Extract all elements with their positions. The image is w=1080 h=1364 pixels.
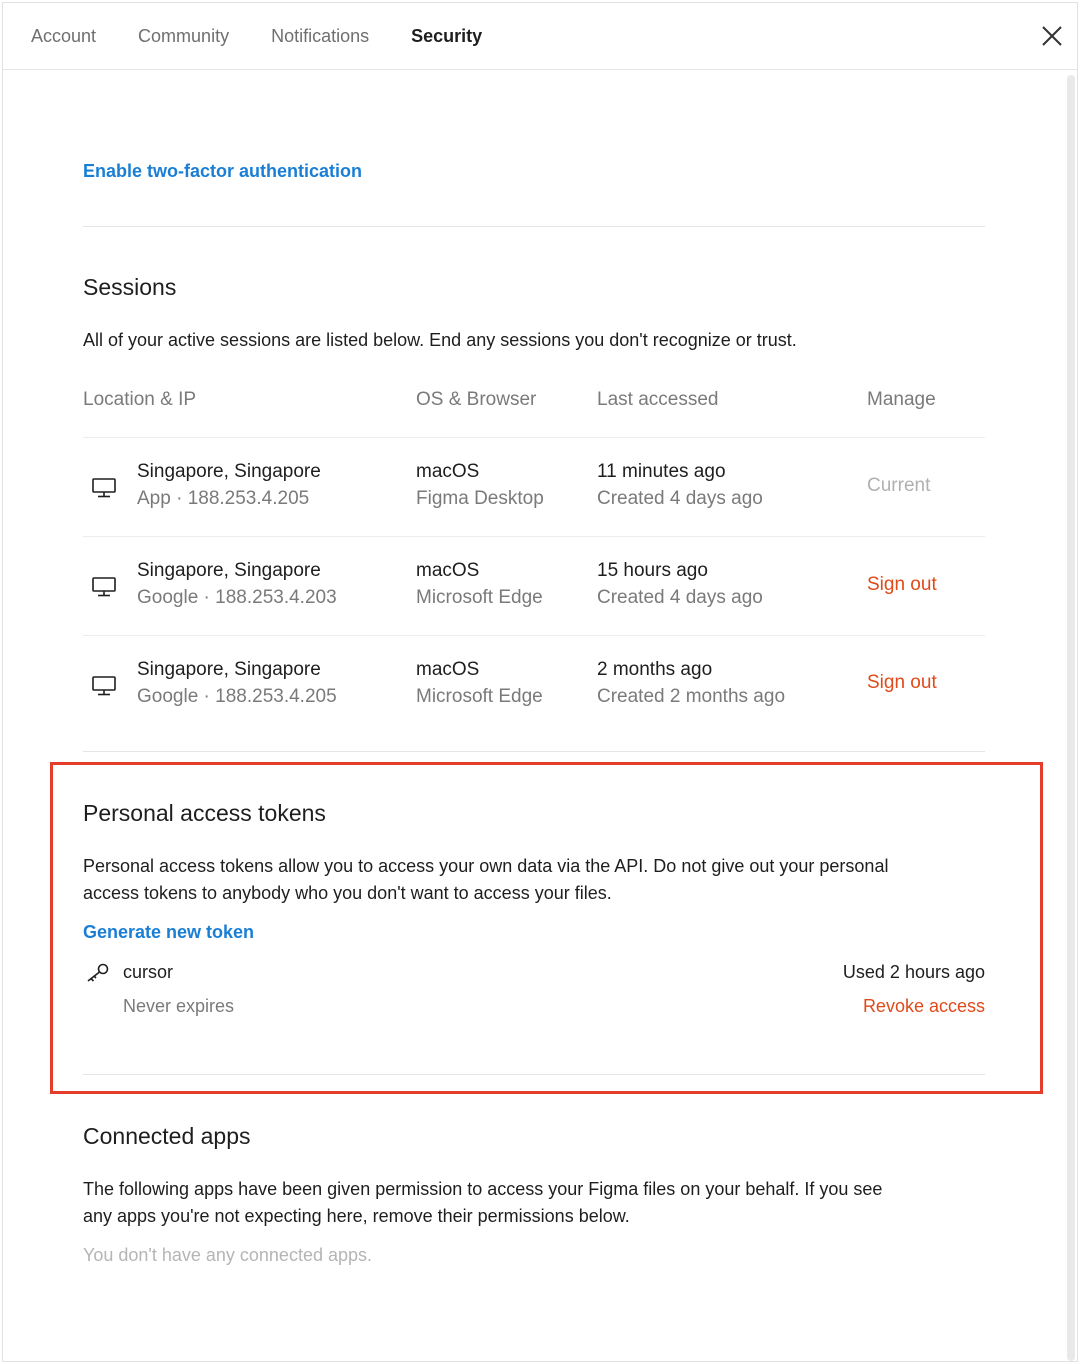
divider <box>83 751 985 752</box>
session-browser: Figma Desktop <box>416 488 544 509</box>
session-current-label: Current <box>867 475 931 496</box>
desktop-icon <box>92 676 116 696</box>
session-created: Created 2 months ago <box>597 686 786 707</box>
connected-apps-title: Connected apps <box>83 1123 251 1149</box>
tab-security[interactable]: Security <box>411 3 496 70</box>
close-icon[interactable] <box>1039 23 1065 49</box>
session-os: macOS <box>416 461 480 482</box>
connected-apps-description-line2: any apps you're not expecting here, remo… <box>83 1206 630 1226</box>
settings-modal: Account Community Notifications Security… <box>2 2 1078 1362</box>
session-source: Google · 188.253.4.203 <box>137 587 337 608</box>
connected-apps-empty: You don't have any connected apps. <box>83 1245 373 1265</box>
session-location: Singapore, Singapore <box>137 560 321 581</box>
header-last-accessed: Last accessed <box>597 389 719 410</box>
session-os: macOS <box>416 560 480 581</box>
sign-out-button[interactable]: Sign out <box>867 672 937 694</box>
sign-out-button[interactable]: Sign out <box>867 574 937 596</box>
row-divider <box>83 635 985 636</box>
desktop-icon <box>92 577 116 597</box>
enable-2fa-link[interactable]: Enable two-factor authentication <box>83 161 362 182</box>
tab-community[interactable]: Community <box>138 3 243 70</box>
tab-notifications[interactable]: Notifications <box>271 3 383 70</box>
highlight-box <box>50 762 1043 1094</box>
scrollbar[interactable] <box>1067 75 1075 1361</box>
divider <box>83 226 985 227</box>
session-browser: Microsoft Edge <box>416 686 543 707</box>
session-last-accessed: 11 minutes ago <box>597 461 726 482</box>
session-source: Google · 188.253.4.205 <box>137 686 337 707</box>
tab-account[interactable]: Account <box>31 3 110 70</box>
session-last-accessed: 2 months ago <box>597 659 713 680</box>
connected-apps-description-line1: The following apps have been given permi… <box>83 1179 883 1199</box>
header-location: Location & IP <box>83 389 197 410</box>
row-divider <box>83 536 985 537</box>
sessions-description: All of your active sessions are listed b… <box>83 330 797 350</box>
session-location: Singapore, Singapore <box>137 461 321 482</box>
session-created: Created 4 days ago <box>597 587 763 608</box>
header-os: OS & Browser <box>416 389 537 410</box>
session-source: App · 188.253.4.205 <box>137 488 310 509</box>
row-divider <box>83 437 985 438</box>
session-created: Created 4 days ago <box>597 488 763 509</box>
desktop-icon <box>92 478 116 498</box>
session-browser: Microsoft Edge <box>416 587 543 608</box>
session-location: Singapore, Singapore <box>137 659 321 680</box>
session-last-accessed: 15 hours ago <box>597 560 708 581</box>
sessions-title: Sessions <box>83 274 177 300</box>
header-manage: Manage <box>867 389 936 410</box>
tab-bar: Account Community Notifications Security <box>3 3 1077 70</box>
session-os: macOS <box>416 659 480 680</box>
